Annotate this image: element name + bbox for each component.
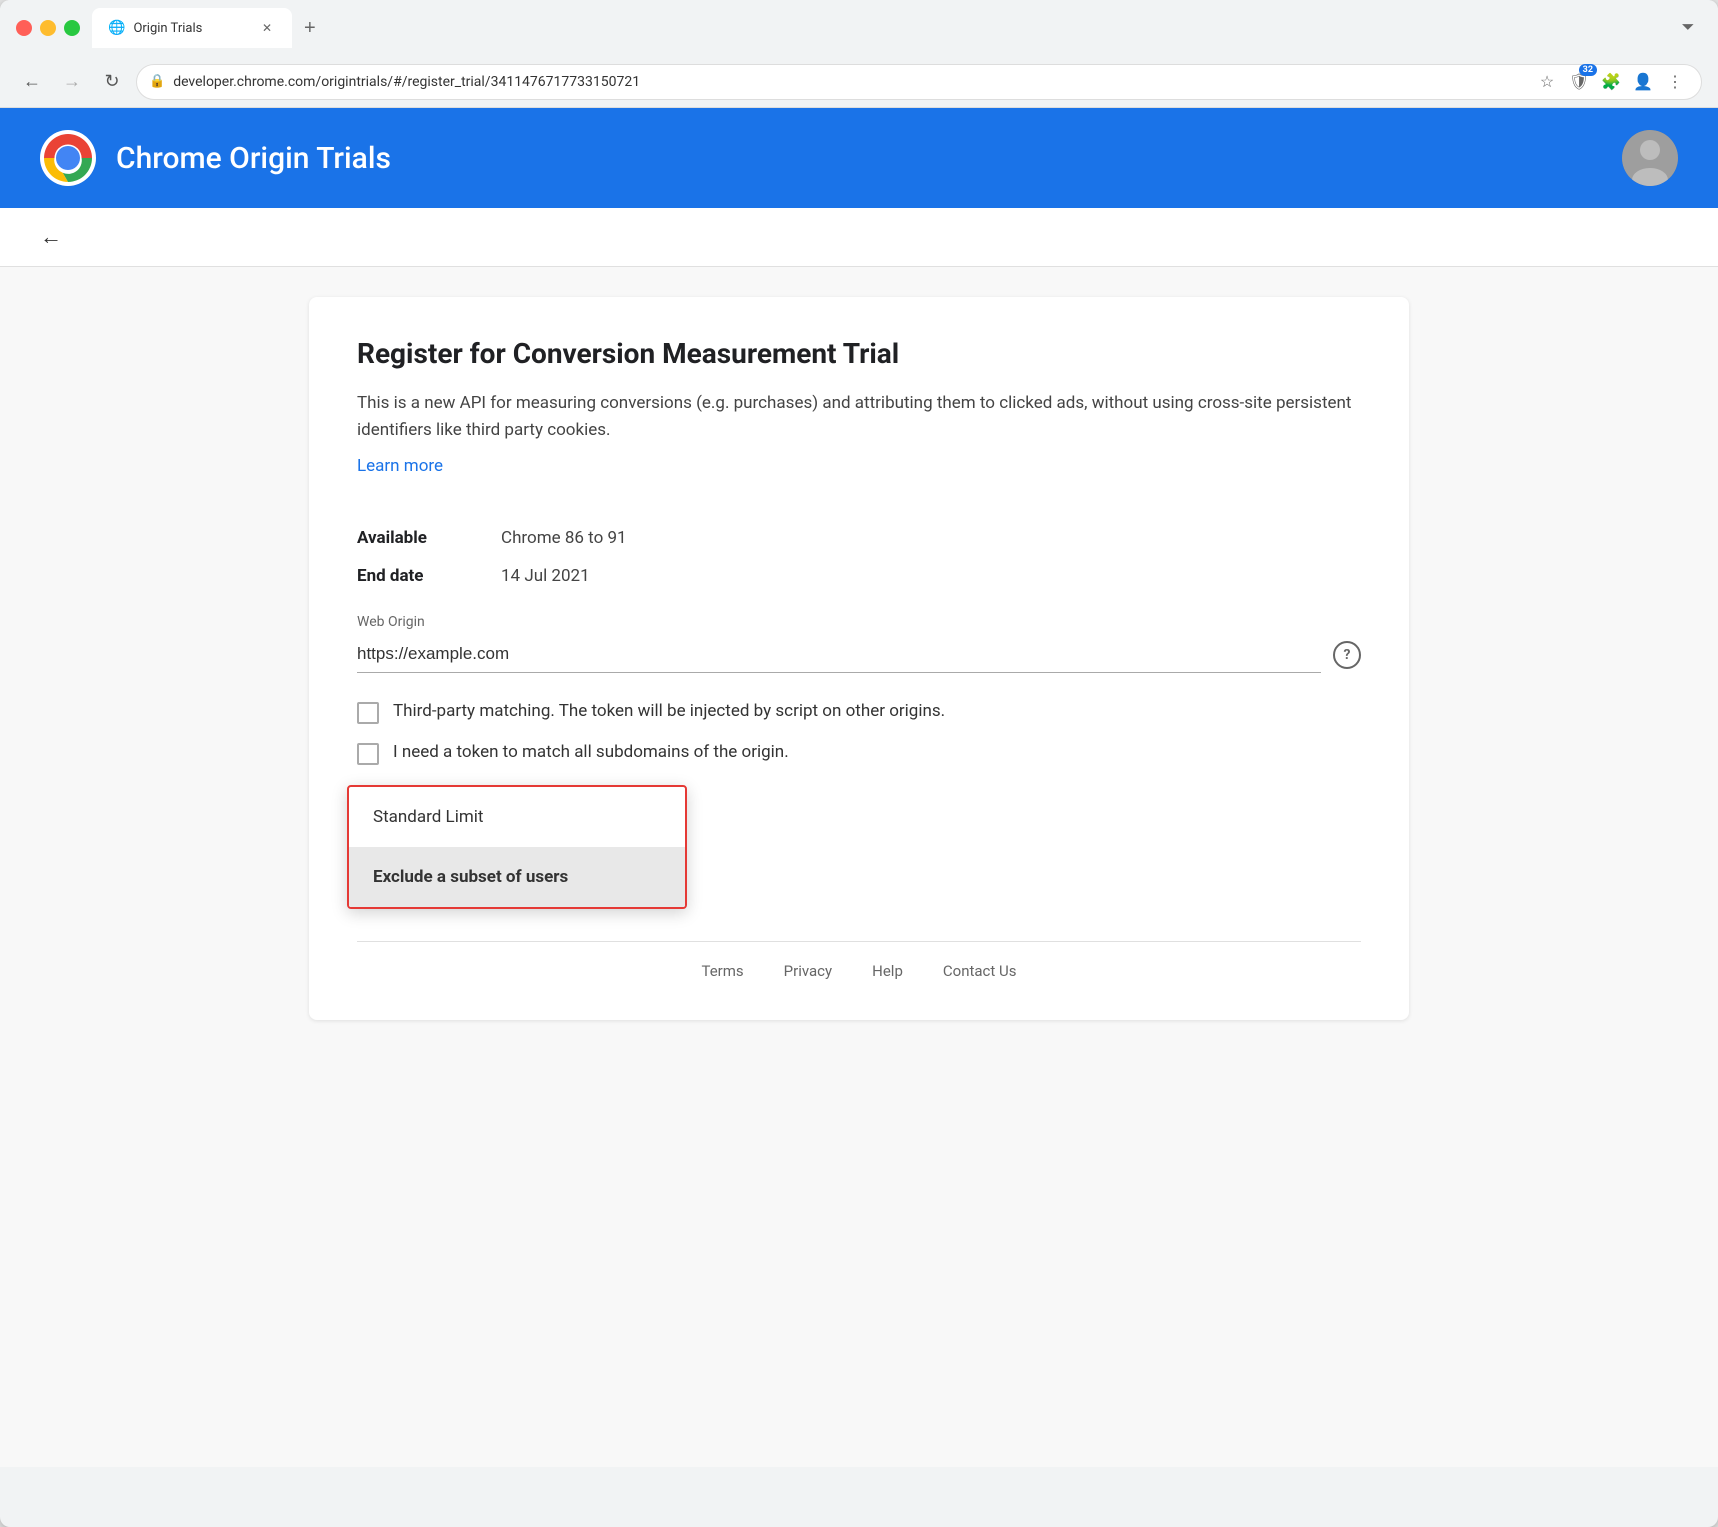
dropdown-area: Standard Limit Exclude a subset of users… bbox=[357, 785, 1361, 901]
content-card: Register for Conversion Measurement Tria… bbox=[309, 297, 1409, 1020]
extension-badge: 🛡 32 bbox=[1565, 68, 1593, 96]
help-link[interactable]: Help bbox=[872, 962, 903, 980]
title-bar: 🌐 Origin Trials ✕ + ⏷ bbox=[0, 0, 1718, 56]
badge-count: 32 bbox=[1579, 64, 1597, 76]
minimize-button[interactable] bbox=[40, 20, 56, 36]
close-button[interactable] bbox=[16, 20, 32, 36]
forward-icon: → bbox=[63, 71, 81, 92]
available-value: Chrome 86 to 91 bbox=[501, 528, 627, 548]
web-origin-field: Web Origin ? bbox=[357, 614, 1361, 673]
checkbox-group: Third-party matching. The token will be … bbox=[357, 701, 1361, 765]
web-origin-label: Web Origin bbox=[357, 614, 1361, 630]
info-grid: Available Chrome 86 to 91 End date 14 Ju… bbox=[357, 528, 1361, 586]
browser-window: 🌐 Origin Trials ✕ + ⏷ ← → ↻ 🔒 developer.… bbox=[0, 0, 1718, 1527]
checkbox-item-1: Third-party matching. The token will be … bbox=[357, 701, 1361, 724]
profile-button[interactable]: 👤 bbox=[1629, 68, 1657, 96]
available-row: Available Chrome 86 to 91 bbox=[357, 528, 1361, 548]
url-actions: ☆ 🛡 32 🧩 👤 ⋮ bbox=[1533, 68, 1689, 96]
forward-nav-button[interactable]: → bbox=[56, 66, 88, 98]
url-bar[interactable]: 🔒 developer.chrome.com/origintrials/#/re… bbox=[136, 64, 1702, 100]
tab-favicon: 🌐 bbox=[108, 20, 125, 36]
privacy-link[interactable]: Privacy bbox=[784, 962, 832, 980]
reload-button[interactable]: ↻ bbox=[96, 66, 128, 98]
reload-icon: ↻ bbox=[104, 71, 119, 92]
header-left: Chrome Origin Trials bbox=[40, 130, 391, 186]
page-footer: Terms Privacy Help Contact Us bbox=[357, 941, 1361, 980]
window-controls bbox=[16, 20, 80, 36]
third-party-label: Third-party matching. The token will be … bbox=[393, 701, 945, 721]
help-icon[interactable]: ? bbox=[1333, 641, 1361, 669]
subdomain-checkbox[interactable] bbox=[357, 743, 379, 765]
more-button[interactable]: ⋮ bbox=[1661, 68, 1689, 96]
end-date-label: End date bbox=[357, 566, 477, 586]
back-page-button[interactable]: ← bbox=[40, 224, 62, 250]
end-date-row: End date 14 Jul 2021 bbox=[357, 566, 1361, 586]
maximize-button[interactable] bbox=[64, 20, 80, 36]
app-title: Chrome Origin Trials bbox=[116, 141, 391, 176]
chrome-logo-icon bbox=[40, 130, 96, 186]
tab-title: Origin Trials bbox=[133, 21, 202, 36]
address-bar: ← → ↻ 🔒 developer.chrome.com/origintrial… bbox=[0, 56, 1718, 108]
main-content: Register for Conversion Measurement Tria… bbox=[0, 267, 1718, 1467]
page-description: This is a new API for measuring conversi… bbox=[357, 390, 1361, 444]
page-title: Register for Conversion Measurement Tria… bbox=[357, 337, 1361, 370]
available-label: Available bbox=[357, 528, 477, 548]
terms-link[interactable]: Terms bbox=[702, 962, 744, 980]
subdomain-label: I need a token to match all subdomains o… bbox=[393, 742, 789, 762]
dropdown-popup: Standard Limit Exclude a subset of users bbox=[347, 785, 687, 909]
chrome-menu-button[interactable]: ⏷ bbox=[1674, 14, 1702, 42]
new-tab-button[interactable]: + bbox=[292, 8, 328, 48]
tab-bar: 🌐 Origin Trials ✕ + bbox=[92, 8, 1662, 48]
bookmark-button[interactable]: ☆ bbox=[1533, 68, 1561, 96]
end-date-value: 14 Jul 2021 bbox=[501, 566, 590, 586]
avatar-image bbox=[1622, 130, 1678, 186]
dropdown-item-standard[interactable]: Standard Limit bbox=[349, 787, 685, 847]
user-avatar[interactable] bbox=[1622, 130, 1678, 186]
dropdown-item-exclude[interactable]: Exclude a subset of users bbox=[349, 847, 685, 907]
web-origin-input[interactable] bbox=[357, 636, 1321, 673]
contact-link[interactable]: Contact Us bbox=[943, 962, 1017, 980]
active-tab[interactable]: 🌐 Origin Trials ✕ bbox=[92, 8, 292, 48]
lock-icon: 🔒 bbox=[149, 74, 165, 89]
footer-links: Terms Privacy Help Contact Us bbox=[357, 962, 1361, 980]
app-header: Chrome Origin Trials bbox=[0, 108, 1718, 208]
third-party-checkbox[interactable] bbox=[357, 702, 379, 724]
tab-close-button[interactable]: ✕ bbox=[258, 19, 276, 37]
back-nav: ← bbox=[0, 208, 1718, 267]
learn-more-link[interactable]: Learn more bbox=[357, 456, 443, 476]
back-nav-button[interactable]: ← bbox=[16, 66, 48, 98]
checkbox-item-2: I need a token to match all subdomains o… bbox=[357, 742, 1361, 765]
puzzle-button[interactable]: 🧩 bbox=[1597, 68, 1625, 96]
back-icon: ← bbox=[23, 71, 41, 92]
dropdown-container: Standard Limit Exclude a subset of users… bbox=[357, 785, 1361, 901]
url-text: developer.chrome.com/origintrials/#/regi… bbox=[173, 74, 1525, 90]
tab-end-controls: ⏷ bbox=[1674, 14, 1702, 42]
web-origin-row: ? bbox=[357, 636, 1361, 673]
